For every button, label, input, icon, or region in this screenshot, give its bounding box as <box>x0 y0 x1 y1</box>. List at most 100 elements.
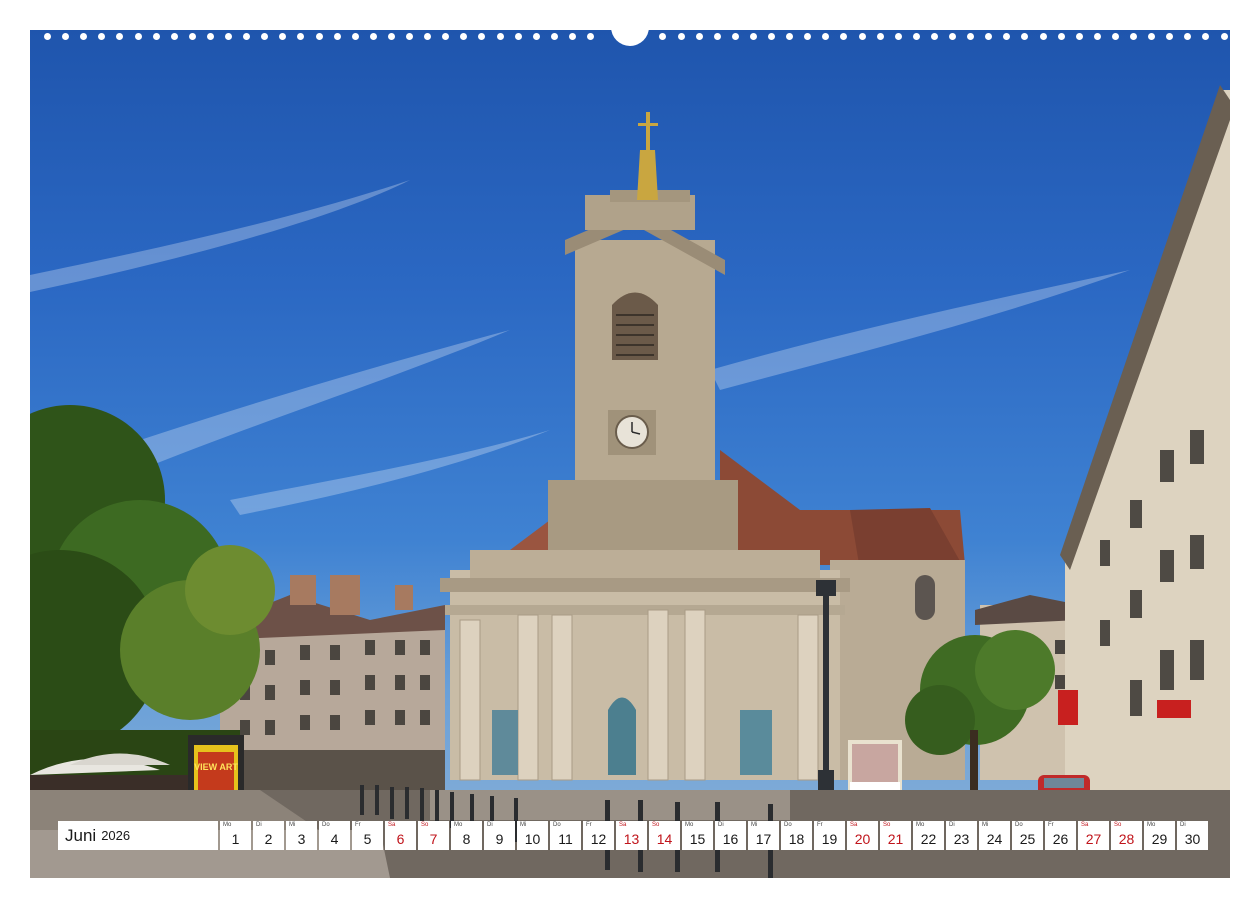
day-number: 2 <box>264 831 273 847</box>
church <box>440 112 965 781</box>
day-cell: Mo 29 <box>1144 821 1175 850</box>
day-weekday: So <box>1114 822 1122 828</box>
day-weekday: Fr <box>586 822 592 828</box>
day-number: 10 <box>524 831 541 847</box>
day-number: 25 <box>1019 831 1036 847</box>
day-cell: Mi 3 <box>286 821 317 850</box>
month-year: 2026 <box>101 828 131 843</box>
day-number: 18 <box>788 831 805 847</box>
day-number: 14 <box>656 831 673 847</box>
day-cell: Mi 24 <box>979 821 1010 850</box>
day-number: 11 <box>558 831 573 847</box>
left-trees <box>30 405 275 790</box>
day-number: 22 <box>920 831 937 847</box>
day-weekday: Di <box>256 822 262 828</box>
day-weekday: So <box>421 822 429 828</box>
day-weekday: Fr <box>355 822 361 828</box>
day-number: 29 <box>1151 831 1168 847</box>
day-weekday: Sa <box>619 822 627 828</box>
day-weekday: So <box>883 822 891 828</box>
day-weekday: Mo <box>454 822 463 828</box>
day-weekday: Sa <box>850 822 858 828</box>
day-weekday: Mo <box>685 822 694 828</box>
day-weekday: Fr <box>817 822 823 828</box>
red-flag <box>1058 690 1078 725</box>
day-number: 8 <box>462 831 471 847</box>
church-scene-illustration: VIEW ART <box>30 85 1230 878</box>
day-weekday: Do <box>322 822 330 828</box>
day-weekday: Sa <box>388 822 396 828</box>
day-weekday: Mi <box>289 822 296 828</box>
day-weekday: Mi <box>751 822 758 828</box>
day-number: 15 <box>689 831 706 847</box>
day-weekday: Fr <box>1048 822 1054 828</box>
day-number: 28 <box>1118 831 1135 847</box>
day-cell: So 14 <box>649 821 680 850</box>
day-cells: Mo 1 Di 2 Mi 3 Do 4 Fr 5 Sa 6 So 7 Mo 8 Di 9 Mi 10 Do 11 Fr 12 S… <box>220 821 1210 850</box>
day-number: 26 <box>1052 831 1069 847</box>
day-number: 3 <box>297 831 306 847</box>
day-weekday: Mi <box>982 822 989 828</box>
day-cell: Do 18 <box>781 821 812 850</box>
church-photo: VIEW ART <box>30 30 1230 878</box>
day-cell: Mo 22 <box>913 821 944 850</box>
day-cell: So 28 <box>1111 821 1142 850</box>
day-cell: Mo 15 <box>682 821 713 850</box>
day-weekday: Sa <box>1081 822 1089 828</box>
day-weekday: Do <box>784 822 792 828</box>
day-cell: Di 9 <box>484 821 515 850</box>
day-number: 1 <box>231 831 240 847</box>
day-cell: So 21 <box>880 821 911 850</box>
day-weekday: Mi <box>520 822 527 828</box>
day-weekday: Do <box>553 822 561 828</box>
day-number: 30 <box>1184 831 1201 847</box>
day-number: 13 <box>623 831 640 847</box>
day-number: 16 <box>722 831 739 847</box>
day-cell: Mi 17 <box>748 821 779 850</box>
day-cell: Do 25 <box>1012 821 1043 850</box>
day-number: 17 <box>755 831 772 847</box>
day-number: 5 <box>363 831 372 847</box>
day-number: 19 <box>821 831 838 847</box>
month-label-box: Juni 2026 <box>58 821 218 850</box>
day-weekday: Di <box>1180 822 1186 828</box>
day-number: 20 <box>854 831 871 847</box>
day-cell: Sa 6 <box>385 821 416 850</box>
day-cell: Fr 12 <box>583 821 614 850</box>
day-weekday: Mo <box>1147 822 1156 828</box>
day-number: 4 <box>330 831 339 847</box>
poster-text: VIEW ART <box>194 762 238 772</box>
day-cell: Do 11 <box>550 821 581 850</box>
day-cell: Fr 5 <box>352 821 383 850</box>
day-weekday: Di <box>718 822 724 828</box>
right-building <box>1060 85 1230 878</box>
day-number: 21 <box>887 831 904 847</box>
day-number: 9 <box>495 831 504 847</box>
day-number: 12 <box>590 831 607 847</box>
day-weekday: So <box>652 822 660 828</box>
day-number: 23 <box>953 831 970 847</box>
day-cell: Sa 13 <box>616 821 647 850</box>
day-cell: So 7 <box>418 821 449 850</box>
day-cell: Di 2 <box>253 821 284 850</box>
day-weekday: Mo <box>223 822 232 828</box>
day-cell: Di 23 <box>946 821 977 850</box>
day-cell: Mo 8 <box>451 821 482 850</box>
month-calendar-strip: Juni 2026 Mo 1 Di 2 Mi 3 Do 4 Fr 5 Sa 6 So 7 Mo 8 Di 9 Mi 1… <box>58 821 1210 850</box>
day-cell: Fr 19 <box>814 821 845 850</box>
day-cell: Mi 10 <box>517 821 548 850</box>
day-number: 6 <box>396 831 405 847</box>
month-name: Juni <box>65 825 97 845</box>
day-weekday: Do <box>1015 822 1023 828</box>
day-number: 24 <box>986 831 1003 847</box>
day-cell: Do 4 <box>319 821 350 850</box>
day-weekday: Di <box>487 822 493 828</box>
day-weekday: Di <box>949 822 955 828</box>
day-number: 27 <box>1085 831 1102 847</box>
day-number: 7 <box>429 831 438 847</box>
day-weekday: Mo <box>916 822 925 828</box>
day-cell: Sa 20 <box>847 821 878 850</box>
day-cell: Fr 26 <box>1045 821 1076 850</box>
day-cell: Di 30 <box>1177 821 1208 850</box>
day-cell: Mo 1 <box>220 821 251 850</box>
